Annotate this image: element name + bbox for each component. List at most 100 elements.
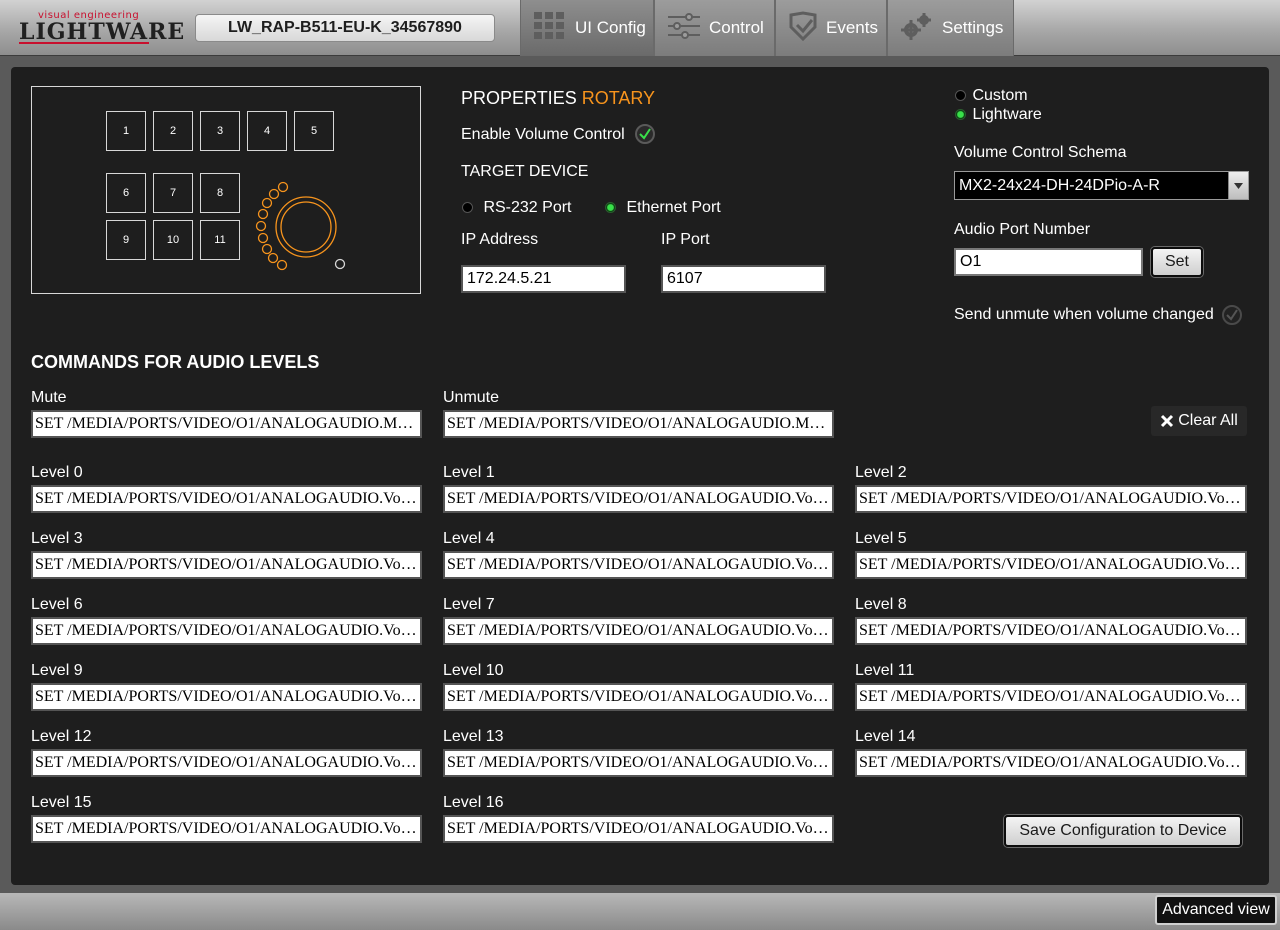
level-command-input[interactable]: SET /MEDIA/PORTS/VIDEO/O1/ANALOGAUDIO.Vo… <box>31 749 422 777</box>
ip-port-label: IP Port <box>661 231 710 248</box>
preview-button-8[interactable]: 8 <box>200 173 240 213</box>
main-panel: 1 2 3 4 5 6 7 8 9 10 11 PROPERTIES ROTAR… <box>11 67 1269 885</box>
checkmark-icon <box>1226 309 1238 321</box>
level-command-input[interactable]: SET /MEDIA/PORTS/VIDEO/O1/ANALOGAUDIO.Vo… <box>443 617 834 645</box>
preview-button-7[interactable]: 7 <box>153 173 193 213</box>
clear-all-button[interactable]: Clear All <box>1151 406 1247 436</box>
level-label: Level 1 <box>443 464 495 481</box>
level-label: Level 15 <box>31 794 92 811</box>
level-command-input[interactable]: SET /MEDIA/PORTS/VIDEO/O1/ANALOGAUDIO.Vo… <box>31 683 422 711</box>
level-command-input[interactable]: SET /MEDIA/PORTS/VIDEO/O1/ANALOGAUDIO.Vo… <box>443 485 834 513</box>
device-preview: 1 2 3 4 5 6 7 8 9 10 11 <box>31 86 421 294</box>
set-button[interactable]: Set <box>1151 247 1203 277</box>
level-command-input[interactable]: SET /MEDIA/PORTS/VIDEO/O1/ANALOGAUDIO.Vo… <box>443 815 834 843</box>
tab-events[interactable]: Events <box>775 0 887 56</box>
close-icon <box>1161 414 1174 428</box>
properties-heading-text: PROPERTIES <box>461 88 577 108</box>
advanced-view-button[interactable]: Advanced view <box>1155 895 1277 925</box>
rs232-label: RS-232 Port <box>483 199 572 216</box>
preview-button-2[interactable]: 2 <box>153 111 193 151</box>
level-label: Level 8 <box>855 596 907 613</box>
preview-button-1[interactable]: 1 <box>106 111 146 151</box>
preview-button-9[interactable]: 9 <box>106 220 146 260</box>
rs232-radio[interactable] <box>462 202 473 214</box>
level-command-input[interactable]: SET /MEDIA/PORTS/VIDEO/O1/ANALOGAUDIO.Vo… <box>855 551 1247 579</box>
target-device-label: TARGET DEVICE <box>461 163 589 180</box>
audio-port-input[interactable]: O1 <box>954 248 1143 276</box>
rs232-option[interactable]: RS-232 Port <box>462 199 572 217</box>
level-label: Level 11 <box>855 662 915 679</box>
tab-settings[interactable]: Settings <box>887 0 1014 56</box>
ethernet-label: Ethernet Port <box>626 199 721 216</box>
enable-volume-checkbox[interactable] <box>635 124 655 144</box>
properties-heading-accent: ROTARY <box>581 88 656 108</box>
save-configuration-button[interactable]: Save Configuration to Device <box>1004 815 1242 847</box>
ethernet-radio[interactable] <box>605 202 616 214</box>
lightware-option[interactable]: Lightware <box>955 106 1042 124</box>
commands-heading: COMMANDS FOR AUDIO LEVELS <box>31 352 320 372</box>
level-command-input[interactable]: SET /MEDIA/PORTS/VIDEO/O1/ANALOGAUDIO.Vo… <box>443 683 834 711</box>
sliders-icon <box>667 12 701 44</box>
tab-events-label: Events <box>826 18 878 37</box>
tab-control-label: Control <box>709 18 764 37</box>
level-command-input[interactable]: SET /MEDIA/PORTS/VIDEO/O1/ANALOGAUDIO.Vo… <box>855 485 1247 513</box>
level-command-input[interactable]: SET /MEDIA/PORTS/VIDEO/O1/ANALOGAUDIO.Vo… <box>31 815 422 843</box>
events-icon <box>788 10 818 46</box>
preview-button-3[interactable]: 3 <box>200 111 240 151</box>
ip-port-input[interactable]: 6107 <box>661 265 826 293</box>
level-label: Level 5 <box>855 530 907 547</box>
rotary-knob-icon[interactable] <box>250 181 350 275</box>
volume-schema-select[interactable]: MX2-24x24-DH-24DPio-A-R <box>954 171 1249 200</box>
lightware-radio[interactable] <box>955 109 966 121</box>
level-label: Level 3 <box>31 530 83 547</box>
send-unmute-checkbox[interactable] <box>1222 305 1242 325</box>
audio-port-label: Audio Port Number <box>954 221 1091 238</box>
level-label: Level 2 <box>855 464 907 481</box>
preview-button-10[interactable]: 10 <box>153 220 193 260</box>
top-bar: visual engineering LIGHTWARE LW_RAP-B511… <box>0 0 1280 56</box>
tab-ui-config[interactable]: UI Config <box>520 0 654 56</box>
tab-control[interactable]: Control <box>654 0 775 56</box>
level-command-input[interactable]: SET /MEDIA/PORTS/VIDEO/O1/ANALOGAUDIO.Vo… <box>31 617 422 645</box>
tab-ui-config-label: UI Config <box>575 18 646 37</box>
level-label: Level 14 <box>855 728 916 745</box>
level-command-input[interactable]: SET /MEDIA/PORTS/VIDEO/O1/ANALOGAUDIO.Vo… <box>443 551 834 579</box>
properties-heading: PROPERTIES ROTARY <box>461 88 655 109</box>
level-command-input[interactable]: SET /MEDIA/PORTS/VIDEO/O1/ANALOGAUDIO.Vo… <box>31 551 422 579</box>
lightware-logo: visual engineering LIGHTWARE <box>19 10 184 45</box>
ip-address-input[interactable]: 172.24.5.21 <box>461 265 626 293</box>
level-label: Level 9 <box>31 662 83 679</box>
level-command-input[interactable]: SET /MEDIA/PORTS/VIDEO/O1/ANALOGAUDIO.Vo… <box>855 617 1247 645</box>
volume-schema-value: MX2-24x24-DH-24DPio-A-R <box>959 177 1160 194</box>
checkmark-icon <box>639 128 651 140</box>
grid-icon <box>533 11 567 46</box>
level-command-input[interactable]: SET /MEDIA/PORTS/VIDEO/O1/ANALOGAUDIO.Vo… <box>443 749 834 777</box>
chevron-down-icon[interactable] <box>1228 172 1248 199</box>
unmute-command-input[interactable]: SET /MEDIA/PORTS/VIDEO/O1/ANALOGAUDIO.M… <box>443 410 834 438</box>
volume-schema-label: Volume Control Schema <box>954 144 1127 161</box>
clear-all-label: Clear All <box>1178 412 1238 429</box>
tab-settings-label: Settings <box>942 18 1004 37</box>
level-label: Level 4 <box>443 530 495 547</box>
custom-label: Custom <box>972 87 1028 104</box>
preview-button-6[interactable]: 6 <box>106 173 146 213</box>
ethernet-option[interactable]: Ethernet Port <box>605 199 721 217</box>
unmute-label: Unmute <box>443 389 500 406</box>
preview-button-5[interactable]: 5 <box>294 111 334 151</box>
level-label: Level 13 <box>443 728 504 745</box>
preview-button-11[interactable]: 11 <box>200 220 240 260</box>
logo-underline <box>19 42 149 44</box>
mute-command-input[interactable]: SET /MEDIA/PORTS/VIDEO/O1/ANALOGAUDIO.M… <box>31 410 422 438</box>
level-command-input[interactable]: SET /MEDIA/PORTS/VIDEO/O1/ANALOGAUDIO.Vo… <box>855 683 1247 711</box>
bottom-bar <box>0 893 1280 930</box>
preview-button-4[interactable]: 4 <box>247 111 287 151</box>
send-unmute-label: Send unmute when volume changed <box>954 306 1214 323</box>
ip-address-label: IP Address <box>461 231 539 248</box>
level-command-input[interactable]: SET /MEDIA/PORTS/VIDEO/O1/ANALOGAUDIO.Vo… <box>31 485 422 513</box>
custom-option[interactable]: Custom <box>955 87 1028 105</box>
level-label: Level 6 <box>31 596 83 613</box>
level-label: Level 7 <box>443 596 495 613</box>
device-name-field[interactable]: LW_RAP-B511-EU-K_34567890 <box>195 14 495 42</box>
custom-radio[interactable] <box>955 90 966 102</box>
level-command-input[interactable]: SET /MEDIA/PORTS/VIDEO/O1/ANALOGAUDIO.Vo… <box>855 749 1247 777</box>
